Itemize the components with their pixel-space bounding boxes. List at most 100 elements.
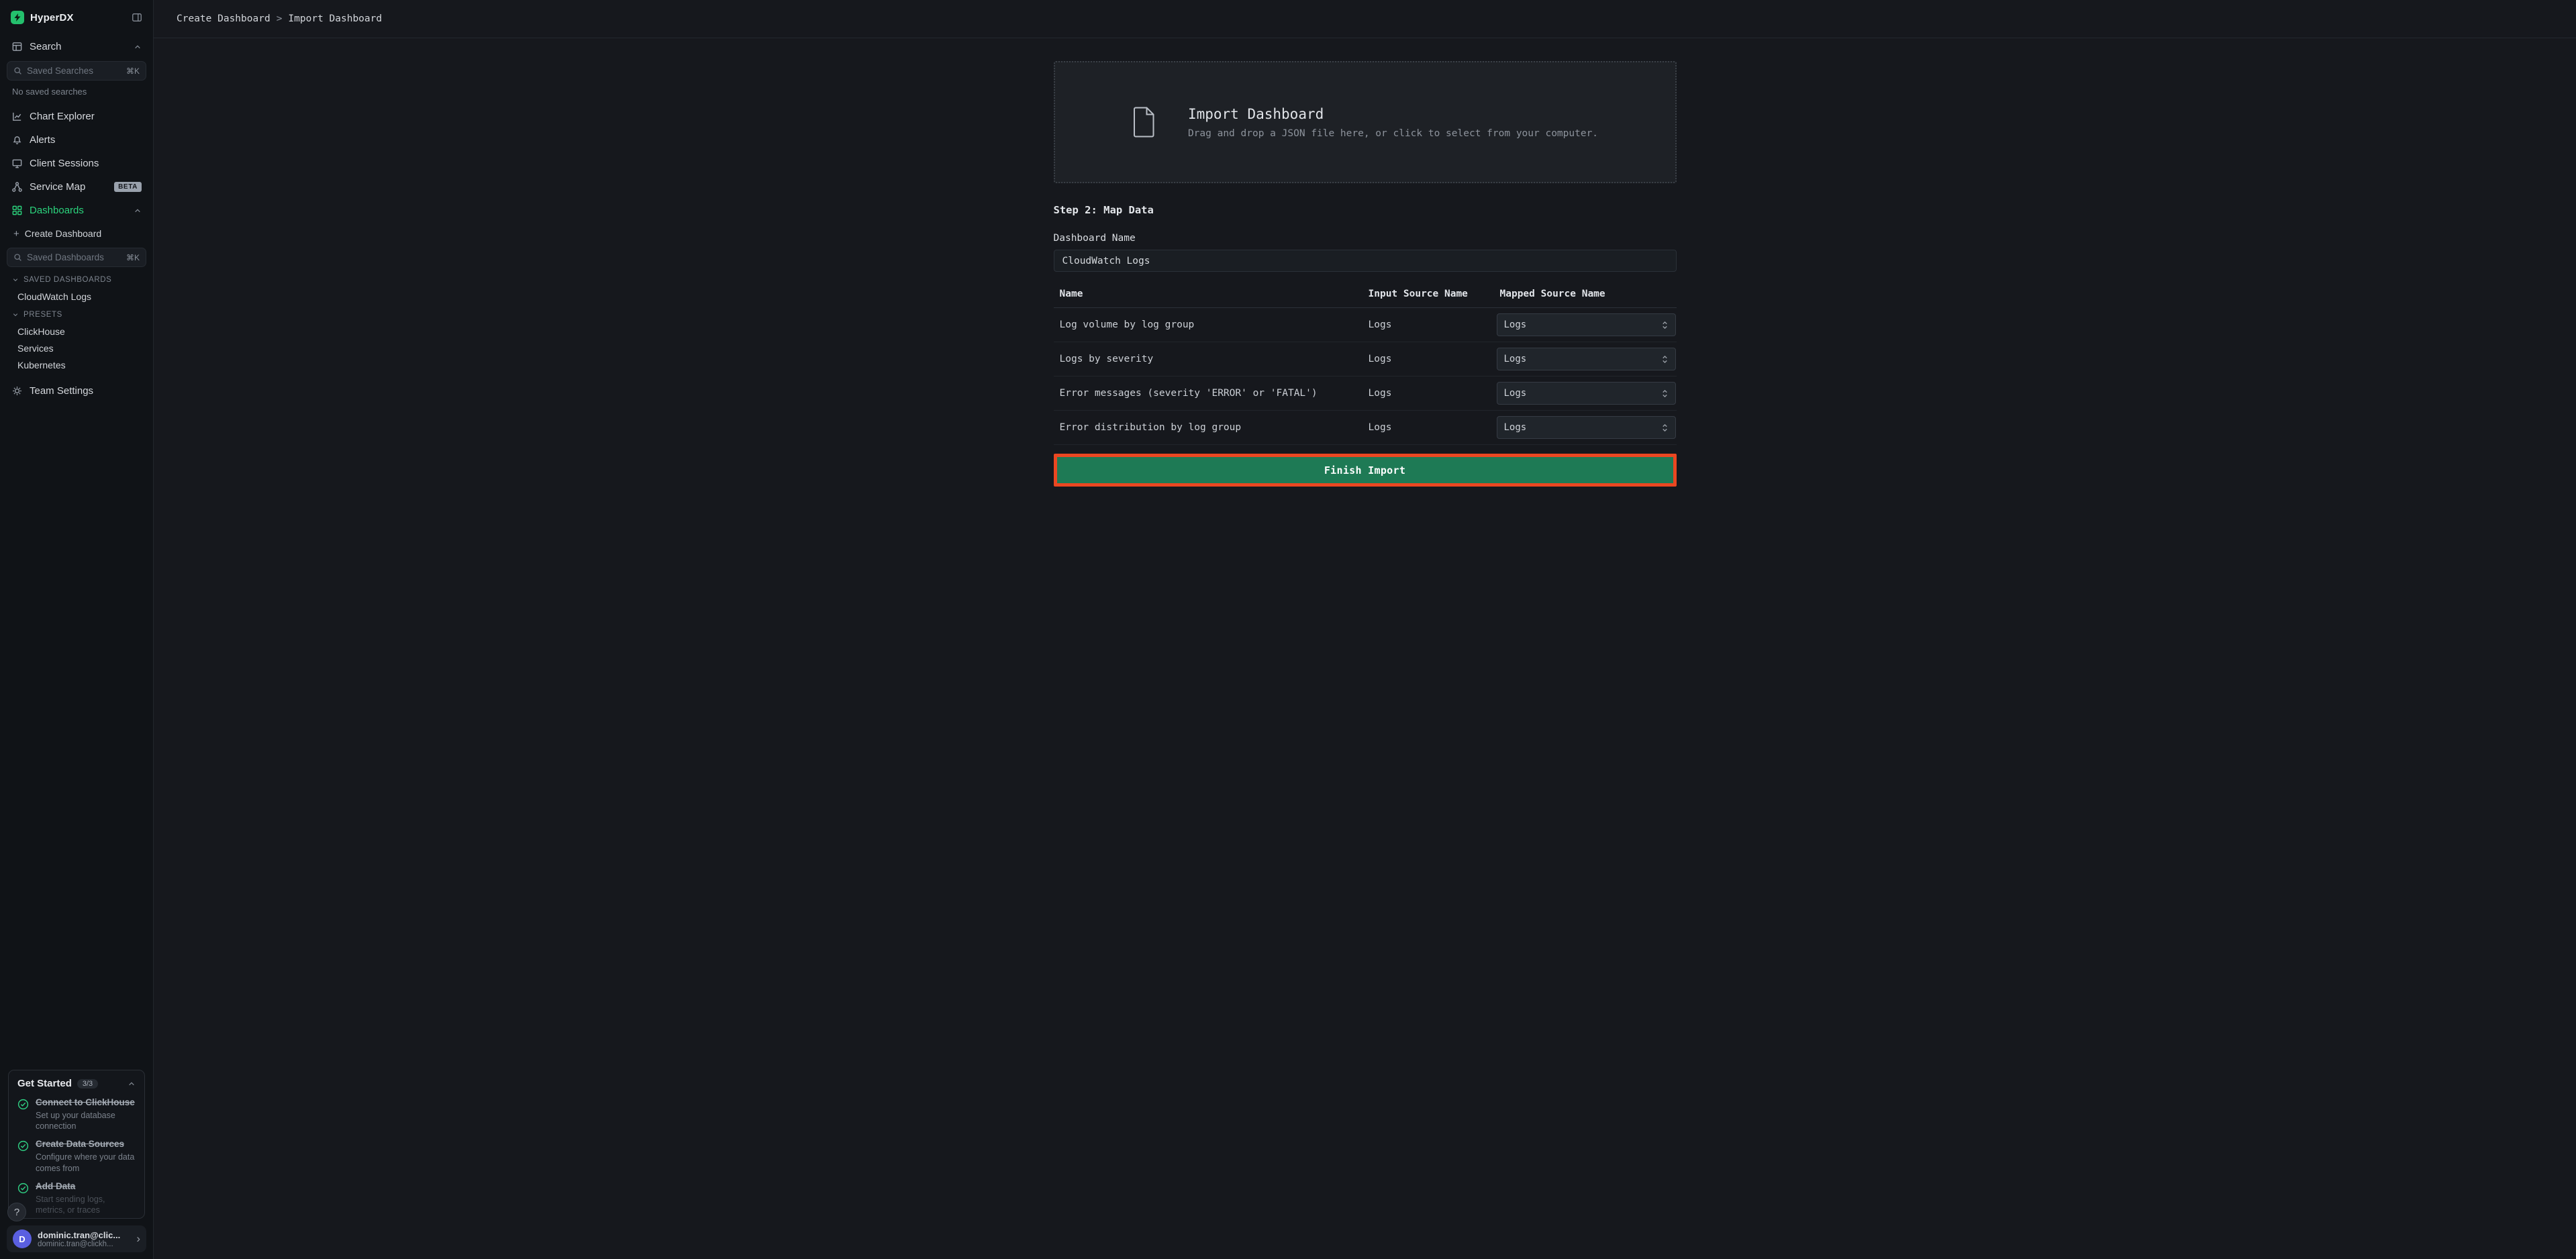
json-dropzone[interactable]: Import Dashboard Drag and drop a JSON fi… (1054, 61, 1677, 183)
mapped-source-select[interactable]: Logs (1497, 382, 1676, 405)
sidebar-item-alerts[interactable]: Alerts (5, 129, 148, 151)
breadcrumb-import-dashboard: Import Dashboard (288, 13, 382, 24)
saved-dashboards-input[interactable] (27, 252, 121, 262)
mapping-table: Name Input Source Name Mapped Source Nam… (1054, 283, 1677, 445)
row-input-source: Logs (1363, 388, 1494, 399)
dashboards-grid-icon (11, 205, 23, 216)
get-started-step-connect[interactable]: Connect to ClickHouse Set up your databa… (17, 1097, 136, 1131)
shortcut-badge: ⌘K (126, 253, 140, 262)
saved-searches-input[interactable] (27, 66, 121, 76)
content-scroll: Import Dashboard Drag and drop a JSON fi… (154, 38, 2576, 1259)
user-menu[interactable]: D dominic.tran@clic... dominic.tran@clic… (7, 1225, 146, 1252)
chevron-right-icon: › (136, 1232, 140, 1246)
sidebar-item-dashboards[interactable]: Dashboards (5, 199, 148, 221)
sidebar-item-kubernetes[interactable]: Kubernetes (5, 356, 148, 373)
get-started-step-add-data[interactable]: Add Data Start sending logs, metrics, or… (17, 1181, 136, 1215)
mapped-source-select[interactable]: Logs (1497, 348, 1676, 370)
sidebar-item-alerts-label: Alerts (30, 134, 55, 146)
get-started-header[interactable]: Get Started 3/3 (17, 1078, 136, 1089)
step-subtitle: Configure where your data comes from (36, 1152, 136, 1174)
chevron-up-icon (134, 43, 142, 51)
step-subtitle: Start sending logs, metrics, or traces (36, 1194, 136, 1216)
row-name: Error distribution by log group (1054, 422, 1363, 433)
select-chevrons-icon (1661, 354, 1669, 364)
row-input-source: Logs (1363, 422, 1494, 433)
sidebar-item-client-sessions-label: Client Sessions (30, 158, 99, 169)
get-started-title: Get Started (17, 1078, 72, 1089)
sidebar-item-service-map-label: Service Map (30, 181, 85, 193)
sidebar-collapse-icon[interactable] (132, 12, 142, 23)
sidebar-item-chart-explorer[interactable]: Chart Explorer (5, 105, 148, 128)
finish-import-button[interactable]: Finish Import (1057, 457, 1673, 483)
presets-header-label: PRESETS (23, 311, 62, 319)
avatar: D (13, 1229, 32, 1248)
sidebar: HyperDX Search ⌘K No saved searches (0, 0, 154, 1259)
saved-dashboards-search[interactable]: ⌘K (7, 248, 146, 267)
dropzone-subtitle: Drag and drop a JSON file here, or click… (1188, 128, 1598, 139)
breadcrumb-create-dashboard[interactable]: Create Dashboard (177, 13, 270, 24)
table-header-row: Name Input Source Name Mapped Source Nam… (1054, 283, 1677, 308)
chevron-down-icon (12, 311, 19, 318)
mapped-source-select[interactable]: Logs (1497, 416, 1676, 439)
table-row: Log volume by log group Logs Logs (1054, 308, 1677, 342)
sidebar-item-search-label: Search (30, 41, 62, 52)
breadcrumb-separator: > (277, 13, 283, 24)
select-chevrons-icon (1661, 320, 1669, 330)
presets-section-header[interactable]: PRESETS (5, 307, 148, 323)
select-chevrons-icon (1661, 389, 1669, 399)
saved-dashboards-header-label: SAVED DASHBOARDS (23, 276, 111, 284)
step-title: Add Data (36, 1181, 136, 1193)
step-subtitle: Set up your database connection (36, 1110, 136, 1132)
gear-icon (11, 385, 23, 397)
main-area: Create Dashboard > Import Dashboard Impo… (154, 0, 2576, 1259)
selected-value: Logs (1504, 422, 1527, 433)
create-dashboard-button[interactable]: + Create Dashboard (5, 223, 148, 244)
saved-searches-search[interactable]: ⌘K (7, 61, 146, 81)
select-chevrons-icon (1661, 423, 1669, 433)
dashboard-name-label: Dashboard Name (1054, 233, 1677, 244)
sidebar-item-client-sessions[interactable]: Client Sessions (5, 152, 148, 174)
col-header-name: Name (1054, 289, 1363, 299)
chevron-up-icon (128, 1080, 136, 1088)
mapped-source-select[interactable]: Logs (1497, 313, 1676, 336)
selected-value: Logs (1504, 354, 1527, 364)
user-name: dominic.tran@clic... (38, 1230, 120, 1240)
app-title: HyperDX (30, 12, 74, 23)
sidebar-item-service-map[interactable]: Service Map BETA (5, 176, 148, 198)
row-name: Error messages (severity 'ERROR' or 'FAT… (1054, 388, 1363, 399)
app-root: HyperDX Search ⌘K No saved searches (0, 0, 2576, 1259)
table-row: Error distribution by log group Logs Log… (1054, 411, 1677, 445)
chevron-down-icon (12, 276, 19, 283)
sidebar-item-search[interactable]: Search (5, 36, 148, 58)
search-section-icon (11, 41, 23, 52)
check-circle-icon (17, 1099, 29, 1131)
selected-value: Logs (1504, 319, 1527, 330)
sidebar-spacer (0, 403, 153, 1063)
chevron-up-icon (134, 207, 142, 215)
row-input-source: Logs (1363, 319, 1494, 330)
topbar: Create Dashboard > Import Dashboard (154, 0, 2576, 38)
sidebar-item-team-settings[interactable]: Team Settings (5, 380, 148, 402)
logo-row: HyperDX (0, 0, 153, 35)
get-started-progress-badge: 3/3 (77, 1079, 98, 1089)
sidebar-item-cloudwatch-logs[interactable]: CloudWatch Logs (5, 288, 148, 305)
file-icon (1132, 107, 1157, 138)
row-name: Logs by severity (1054, 354, 1363, 364)
sidebar-item-clickhouse[interactable]: ClickHouse (5, 323, 148, 340)
help-button[interactable]: ? (7, 1203, 26, 1221)
annotation-highlight: Finish Import (1054, 454, 1677, 487)
bell-icon (11, 134, 23, 146)
row-name: Log volume by log group (1054, 319, 1363, 330)
chart-icon (11, 111, 23, 122)
get-started-step-sources[interactable]: Create Data Sources Configure where your… (17, 1139, 136, 1173)
user-email: dominic.tran@clickh... (38, 1240, 120, 1248)
saved-dashboards-section-header[interactable]: SAVED DASHBOARDS (5, 272, 148, 288)
dashboard-name-input[interactable] (1054, 250, 1677, 272)
step-label: Step 2: Map Data (1054, 204, 1677, 216)
sidebar-item-services[interactable]: Services (5, 340, 148, 356)
service-map-icon (11, 181, 23, 193)
get-started-card: Get Started 3/3 Connect to ClickHouse Se… (8, 1070, 145, 1219)
sidebar-item-team-settings-label: Team Settings (30, 385, 93, 397)
check-circle-icon (17, 1140, 29, 1173)
create-dashboard-label: Create Dashboard (25, 228, 101, 239)
